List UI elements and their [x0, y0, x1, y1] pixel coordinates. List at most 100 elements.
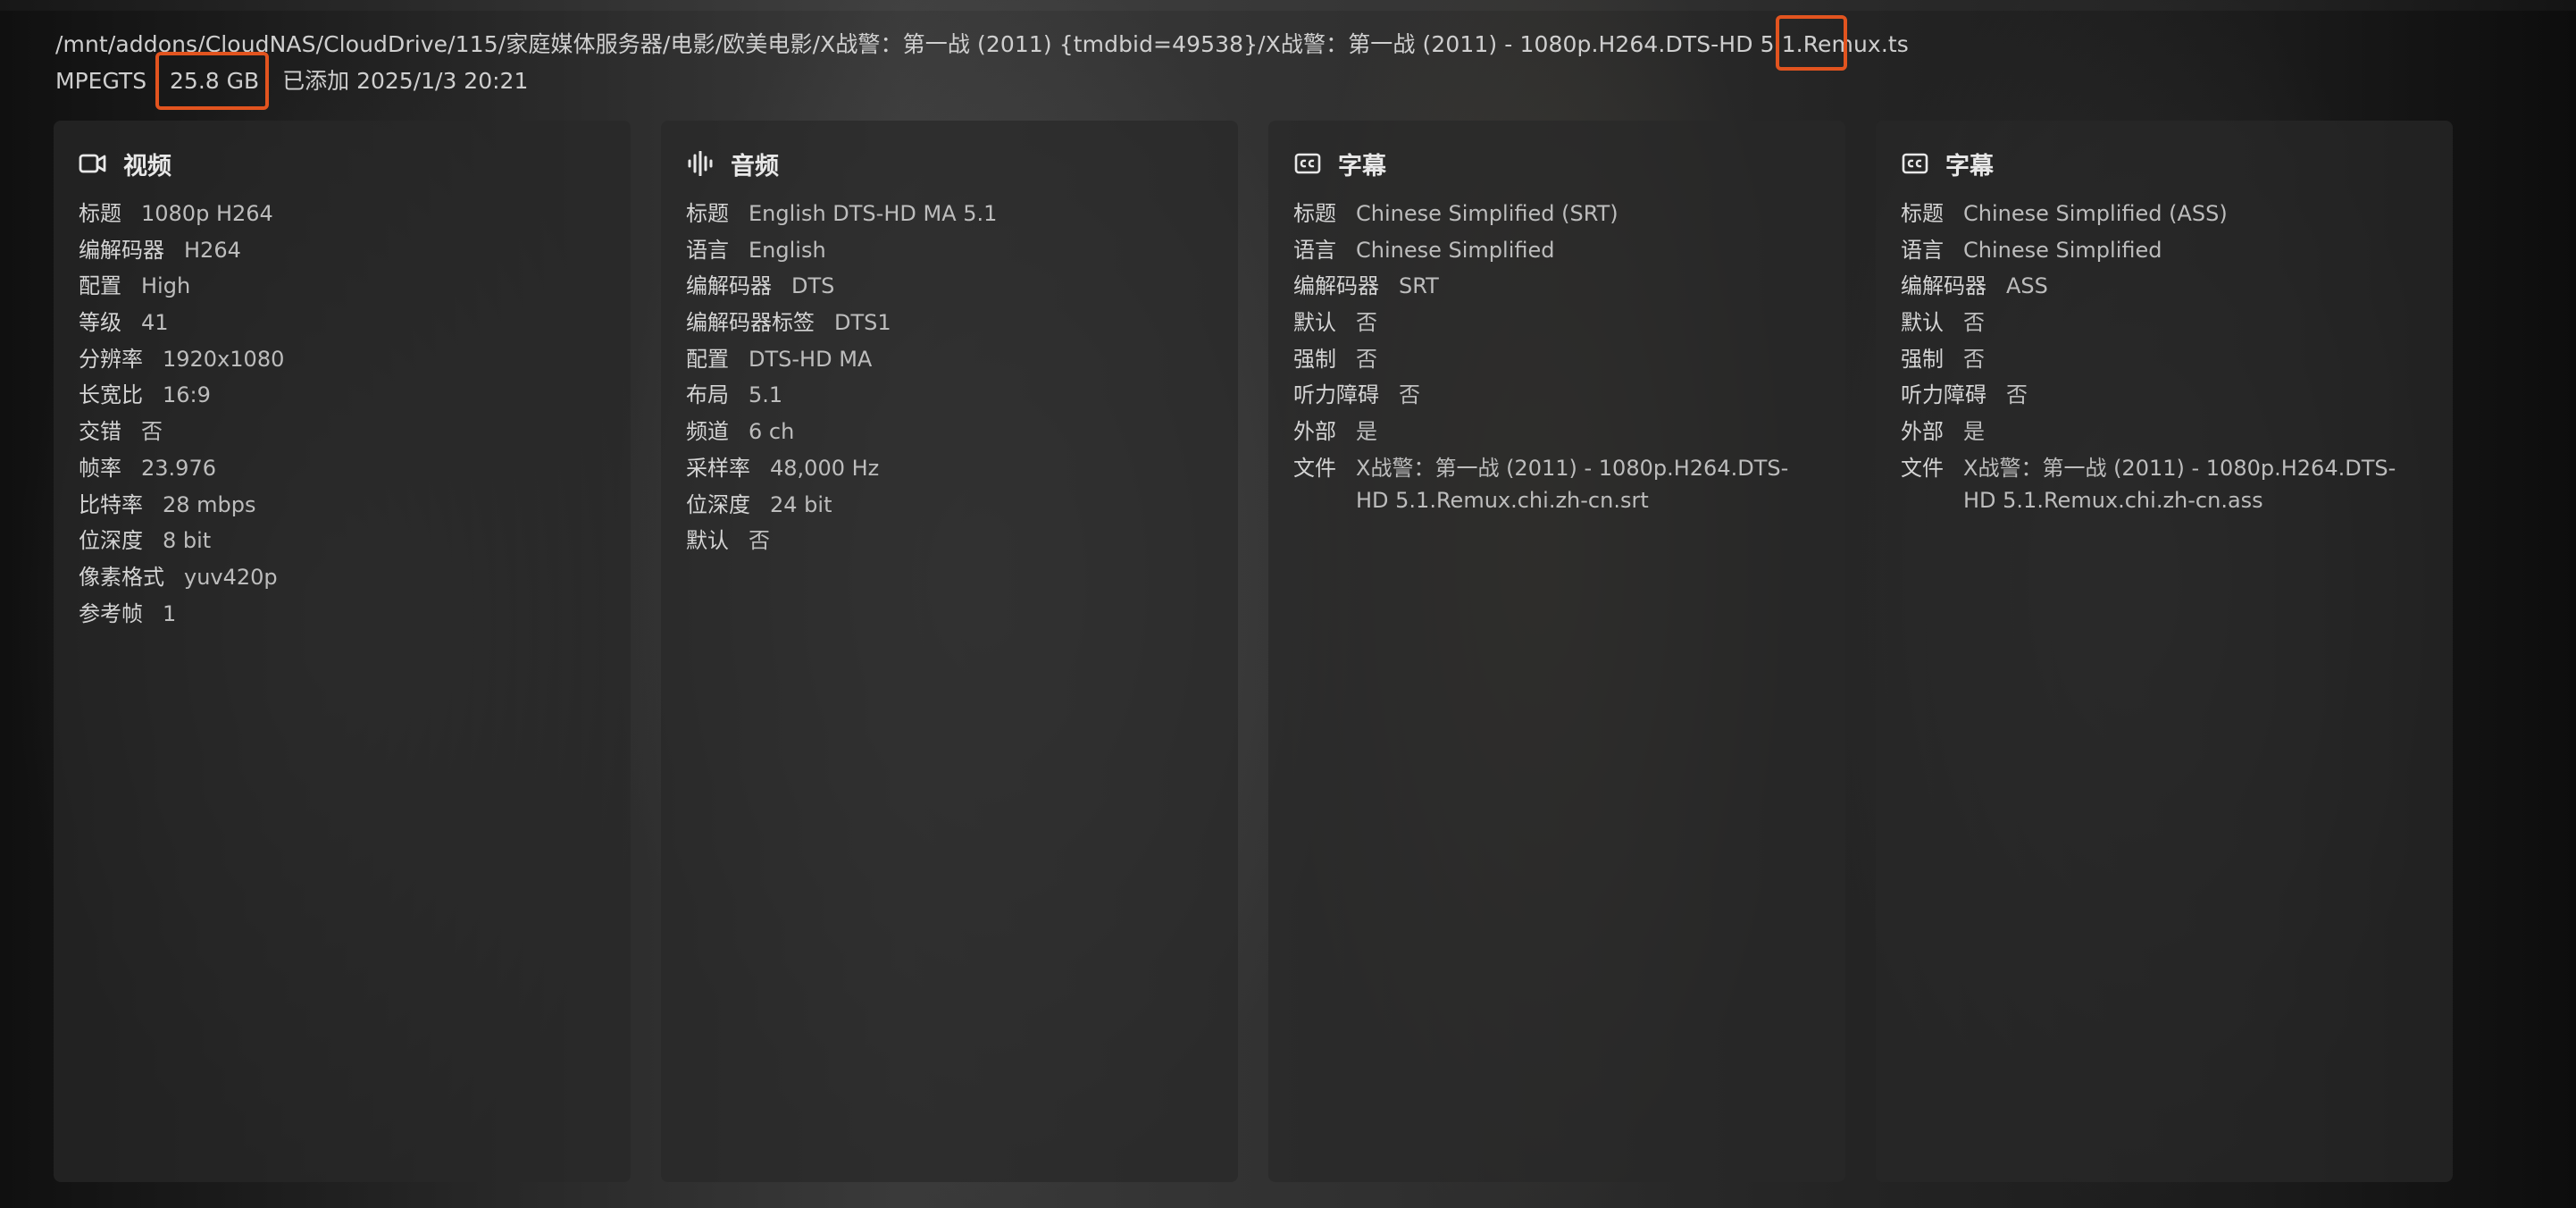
info-row: 强制否 — [1901, 343, 2426, 375]
info-row: 配置 High — [79, 270, 604, 302]
info-row: 标题 English DTS-HD MA 5.1 — [686, 197, 1211, 230]
info-value: 是 — [1356, 419, 1377, 445]
info-key: 听力障碍 — [1901, 382, 1986, 408]
info-row: 采样率 48,000 Hz — [686, 452, 1211, 484]
info-value: 5.1 — [749, 382, 783, 408]
info-value: 否 — [1963, 310, 1985, 336]
info-key: 编解码器 — [686, 273, 772, 299]
info-row: 语言 English — [686, 234, 1211, 266]
info-row: 文件 X战警：第一战 (2011) - 1080p.H264.DTS-HD 5.1… — [1901, 452, 2426, 516]
closed-caption-icon — [1293, 149, 1322, 178]
info-row: 配置 DTS-HD MA — [686, 343, 1211, 375]
info-row: 频道 6 ch — [686, 415, 1211, 448]
info-value: Chinese Simplified — [1356, 237, 1555, 263]
panel-title: 视频 — [123, 152, 171, 180]
info-key: 参考帧 — [79, 600, 143, 626]
panel-rows: 标题 Chinese Simplified (ASS) 语言 Chinese Simp… — [1901, 197, 2426, 516]
panel-header: 字幕 — [1293, 146, 1819, 181]
info-key: 长宽比 — [79, 382, 143, 408]
info-key: 比特率 — [79, 491, 143, 517]
info-value: 1920x1080 — [163, 346, 285, 372]
container-format: MPEGTS — [55, 68, 147, 94]
info-value: 是 — [1963, 419, 1985, 445]
info-key: 标题 — [686, 201, 729, 226]
info-row: 听力障碍否 — [1293, 379, 1819, 411]
info-value: 否 — [1399, 382, 1420, 408]
info-key: 语言 — [1901, 237, 1944, 263]
info-value: 28 mbps — [163, 491, 256, 517]
info-value: High — [141, 273, 191, 299]
panel-rows: 标题 English DTS-HD MA 5.1 语言 English 编解码器 DTS 编… — [686, 197, 1211, 557]
video-panel: 视频 标题 1080p H264 编解码器 H264 配置 High 等级 41 分辨率 1920… — [54, 121, 631, 1182]
info-value: 1 — [163, 600, 177, 626]
info-key: 默认 — [1293, 310, 1336, 336]
info-key: 频道 — [686, 419, 729, 445]
info-row: 语言 Chinese Simplified — [1293, 234, 1819, 266]
info-key: 默认 — [1901, 310, 1944, 336]
info-value: Chinese Simplified — [1963, 237, 2162, 263]
info-row: 编解码器 ASS — [1901, 270, 2426, 302]
info-value: SRT — [1399, 273, 1439, 299]
info-key: 编解码器 — [79, 237, 164, 263]
date-added: 已添加 2025/1/3 20:21 — [282, 68, 529, 94]
info-row: 像素格式 yuv420p — [79, 561, 604, 593]
info-row: 编解码器 H264 — [79, 234, 604, 266]
info-key: 采样率 — [686, 455, 750, 481]
info-key: 等级 — [79, 310, 121, 336]
info-key: 文件 — [1901, 455, 1944, 481]
video-camera-icon — [79, 149, 107, 178]
info-value: 16:9 — [163, 382, 211, 408]
info-value: 1080p H264 — [141, 201, 273, 226]
info-value: DTS-HD MA — [749, 346, 873, 372]
info-row: 编解码器 SRT — [1293, 270, 1819, 302]
info-value: Chinese Simplified (SRT) — [1356, 201, 1618, 226]
info-row: 布局 5.1 — [686, 379, 1211, 411]
info-value: 8 bit — [163, 528, 212, 554]
info-key: 编解码器 — [1901, 273, 1986, 299]
info-key: 配置 — [686, 346, 729, 372]
info-row: 标题 1080p H264 — [79, 197, 604, 230]
info-value: 否 — [2006, 382, 2028, 408]
info-value: 否 — [141, 419, 163, 445]
info-key: 强制 — [1901, 346, 1944, 372]
info-key: 标题 — [79, 201, 121, 226]
info-row: 长宽比 16:9 — [79, 379, 604, 411]
info-key: 编解码器 — [1293, 273, 1379, 299]
info-value: 否 — [749, 528, 770, 554]
panel-header: 视频 — [79, 146, 604, 181]
info-value: ASS — [2006, 273, 2048, 299]
info-value: 否 — [1963, 346, 1985, 372]
info-row: 标题 Chinese Simplified (SRT) — [1293, 197, 1819, 230]
info-row: 比特率 28 mbps — [79, 489, 604, 521]
panel-header: 音频 — [686, 146, 1211, 181]
info-row: 交错否 — [79, 415, 604, 448]
info-key: 配置 — [79, 273, 121, 299]
info-value: English — [749, 237, 826, 263]
info-key: 帧率 — [79, 455, 121, 481]
info-row: 默认否 — [686, 524, 1211, 557]
info-value: yuv420p — [184, 564, 278, 590]
info-row: 听力障碍否 — [1901, 379, 2426, 411]
info-value: 24 bit — [770, 491, 832, 517]
info-row: 编解码器 DTS — [686, 270, 1211, 302]
info-value: 否 — [1356, 310, 1377, 336]
info-key: 语言 — [686, 237, 729, 263]
info-value: English DTS-HD MA 5.1 — [749, 201, 998, 226]
info-row: 等级 41 — [79, 306, 604, 339]
info-row: 标题 Chinese Simplified (ASS) — [1901, 197, 2426, 230]
subtitle-panel-srt: 字幕 标题 Chinese Simplified (SRT) 语言 Chinese S… — [1268, 121, 1845, 1182]
audio-panel: 音频 标题 English DTS-HD MA 5.1 语言 English 编解码器 D… — [661, 121, 1238, 1182]
subtitle-panel-ass: 字幕 标题 Chinese Simplified (ASS) 语言 Chinese S… — [1876, 121, 2453, 1182]
info-value: DTS — [791, 273, 835, 299]
info-row: 分辨率 1920x1080 — [79, 343, 604, 375]
info-value: X战警：第一战 (2011) - 1080p.H264.DTS-HD 5.1.R… — [1963, 455, 2396, 513]
info-key: 位深度 — [686, 491, 750, 517]
info-row: 位深度 8 bit — [79, 524, 604, 557]
info-row: 默认否 — [1901, 306, 2426, 339]
closed-caption-icon — [1901, 149, 1929, 178]
info-key: 默认 — [686, 528, 729, 554]
highlight-size-box — [155, 52, 269, 110]
file-meta: MPEGTS 25.8 GB 已添加 2025/1/3 20:21 — [55, 63, 544, 96]
info-value: Chinese Simplified (ASS) — [1963, 201, 2228, 226]
info-value: 6 ch — [749, 419, 795, 445]
